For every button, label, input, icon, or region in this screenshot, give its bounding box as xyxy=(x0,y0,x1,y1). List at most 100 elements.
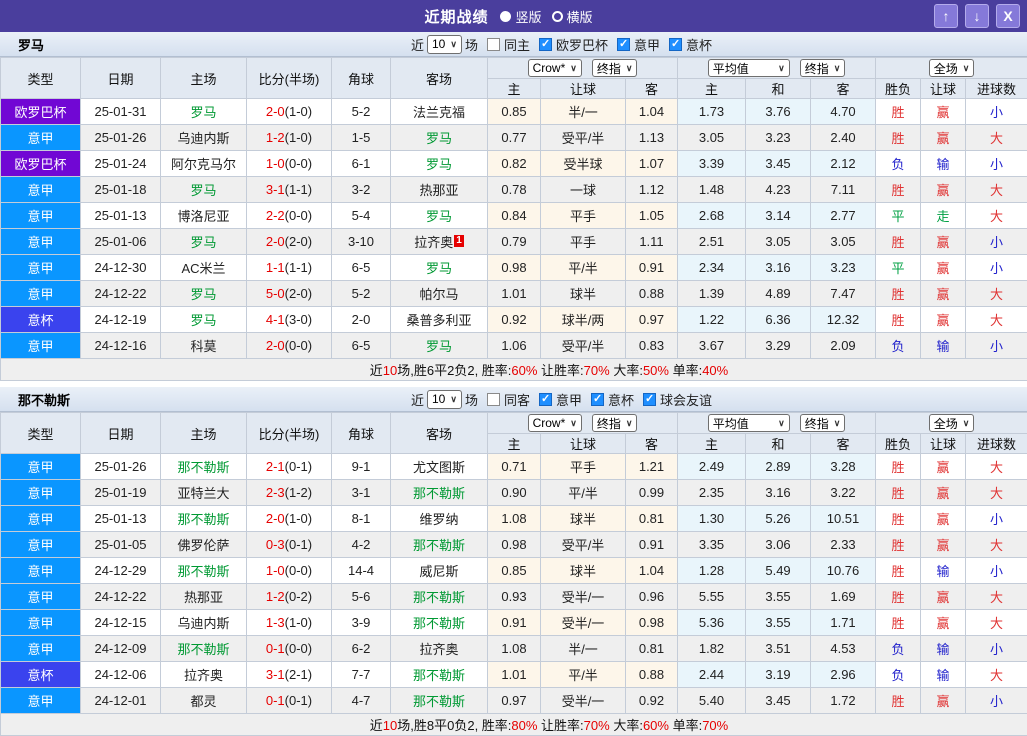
average-select[interactable]: 平均值∨ xyxy=(708,59,790,77)
result-goals: 小 xyxy=(966,151,1027,177)
radio-label: 横版 xyxy=(567,7,593,26)
match-date: 25-01-18 xyxy=(81,177,161,203)
fulltime-score: 2-2 xyxy=(266,208,285,223)
bookmaker-select[interactable]: Crow*∨ xyxy=(528,59,582,77)
result-handicap: 赢 xyxy=(921,532,966,558)
ah-home-odds: 1.01 xyxy=(488,281,541,307)
league-filter-checkbox[interactable] xyxy=(669,38,682,51)
move-up-button[interactable]: ↑ xyxy=(934,4,958,28)
league-filter-checkbox[interactable] xyxy=(643,393,656,406)
odds-home: 1.48 xyxy=(678,177,746,203)
radio-selected-icon[interactable] xyxy=(500,11,511,22)
match-count-select[interactable]: 10 ∨ xyxy=(427,35,462,54)
ah-home-odds: 0.91 xyxy=(488,610,541,636)
fulltime-score: 2-0 xyxy=(266,104,285,119)
league-badge: 意甲 xyxy=(1,636,81,662)
move-down-button[interactable]: ↓ xyxy=(965,4,989,28)
result-wl: 胜 xyxy=(876,454,921,480)
away-team: 拉齐奥 xyxy=(419,642,458,657)
ah-away-odds: 0.99 xyxy=(626,480,678,506)
league-filter-checkbox[interactable] xyxy=(591,393,604,406)
bookmaker-select[interactable]: Crow*∨ xyxy=(528,414,582,432)
home-team: 那不勒斯 xyxy=(161,454,247,480)
col-eu-draw: 和 xyxy=(746,434,811,454)
team-name: 罗马 xyxy=(18,35,44,54)
fulltime-select[interactable]: 全场∨ xyxy=(929,59,975,77)
ah-away-odds: 0.91 xyxy=(626,532,678,558)
result-wl: 负 xyxy=(876,151,921,177)
home-team: 佛罗伦萨 xyxy=(161,532,247,558)
league-filter-label: 欧罗巴杯 xyxy=(556,35,608,54)
odds-home: 1.73 xyxy=(678,99,746,125)
home-team: 那不勒斯 xyxy=(161,558,247,584)
fulltime-score: 1-3 xyxy=(266,615,285,630)
away-team: 拉齐奥 xyxy=(414,235,453,250)
odds-time-select[interactable]: 终指∨ xyxy=(592,414,638,432)
summary-part: 60% xyxy=(511,363,537,378)
result-handicap: 输 xyxy=(921,333,966,359)
odds-time-select-2[interactable]: 终指∨ xyxy=(800,414,846,432)
col-ah-away: 客 xyxy=(626,79,678,99)
same-venue-checkbox[interactable] xyxy=(487,393,500,406)
average-select[interactable]: 平均值∨ xyxy=(708,414,790,432)
match-date: 24-12-15 xyxy=(81,610,161,636)
home-team: 都灵 xyxy=(161,688,247,714)
result-wl: 负 xyxy=(876,333,921,359)
ah-line: 受平/半 xyxy=(541,125,626,151)
chevron-down-icon: ∨ xyxy=(626,63,633,74)
odds-draw: 5.49 xyxy=(746,558,811,584)
league-filter-checkbox[interactable] xyxy=(539,393,552,406)
close-button[interactable]: X xyxy=(996,4,1020,28)
ah-away-odds: 1.04 xyxy=(626,99,678,125)
odds-time-select[interactable]: 终指∨ xyxy=(592,59,638,77)
result-goals: 小 xyxy=(966,229,1027,255)
league-filter-label: 意甲 xyxy=(634,35,660,54)
odds-time-select-2[interactable]: 终指∨ xyxy=(800,59,846,77)
napoli-results-table: 类型 日期 主场 比分(半场) 角球 客场 Crow*∨ 终指∨ 平均值∨ 终指… xyxy=(0,412,1027,736)
col-goals: 进球数 xyxy=(966,434,1027,454)
corner-cell: 7-7 xyxy=(332,662,391,688)
league-badge: 意甲 xyxy=(1,506,81,532)
odds-away: 3.22 xyxy=(811,480,876,506)
score-cell: 2-2(0-0) xyxy=(247,203,332,229)
home-team: 罗马 xyxy=(161,307,247,333)
fulltime-score: 1-2 xyxy=(266,589,285,604)
ah-away-odds: 0.81 xyxy=(626,636,678,662)
result-handicap: 输 xyxy=(921,558,966,584)
league-badge: 意甲 xyxy=(1,281,81,307)
col-date: 日期 xyxy=(81,413,161,454)
result-wl: 胜 xyxy=(876,532,921,558)
euro-odds-dropdowns: 平均值∨ 终指∨ xyxy=(678,413,876,434)
radio-unselected-icon[interactable] xyxy=(552,11,563,22)
fulltime-score: 2-0 xyxy=(266,511,285,526)
same-venue-checkbox[interactable] xyxy=(487,38,500,51)
odds-away: 2.40 xyxy=(811,125,876,151)
summary-part: 场,胜8平0负2, 胜率: xyxy=(397,718,511,733)
summary-part: 近 xyxy=(370,363,383,378)
chevron-down-icon: ∨ xyxy=(570,418,577,429)
ah-line: 平/半 xyxy=(541,480,626,506)
ah-home-odds: 0.79 xyxy=(488,229,541,255)
league-filter-checkbox[interactable] xyxy=(617,38,630,51)
layout-option-vertical[interactable]: 竖版 xyxy=(500,7,541,26)
home-team: 乌迪内斯 xyxy=(161,125,247,151)
ah-line: 平/半 xyxy=(541,662,626,688)
match-row: 意甲 25-01-13 博洛尼亚 2-2(0-0) 5-4 罗马 0.84 平手… xyxy=(1,203,1027,229)
match-date: 25-01-24 xyxy=(81,151,161,177)
fulltime-select[interactable]: 全场∨ xyxy=(929,414,975,432)
halftime-score: (0-2) xyxy=(285,589,312,604)
match-count-select[interactable]: 10 ∨ xyxy=(427,390,462,409)
ah-away-odds: 0.81 xyxy=(626,506,678,532)
odds-away: 3.28 xyxy=(811,454,876,480)
league-filter-checkbox[interactable] xyxy=(539,38,552,51)
filter-controls: 近 10 ∨ 场 同主 欧罗巴杯 意甲 意杯 xyxy=(411,35,712,54)
odds-home: 5.55 xyxy=(678,584,746,610)
layout-option-horizontal[interactable]: 横版 xyxy=(552,7,593,26)
result-handicap: 输 xyxy=(921,151,966,177)
odds-draw: 6.36 xyxy=(746,307,811,333)
score-cell: 1-1(1-1) xyxy=(247,255,332,281)
away-team-cell: 那不勒斯 xyxy=(391,610,488,636)
halftime-score: (0-0) xyxy=(285,641,312,656)
result-wl: 胜 xyxy=(876,558,921,584)
result-goals: 大 xyxy=(966,454,1027,480)
